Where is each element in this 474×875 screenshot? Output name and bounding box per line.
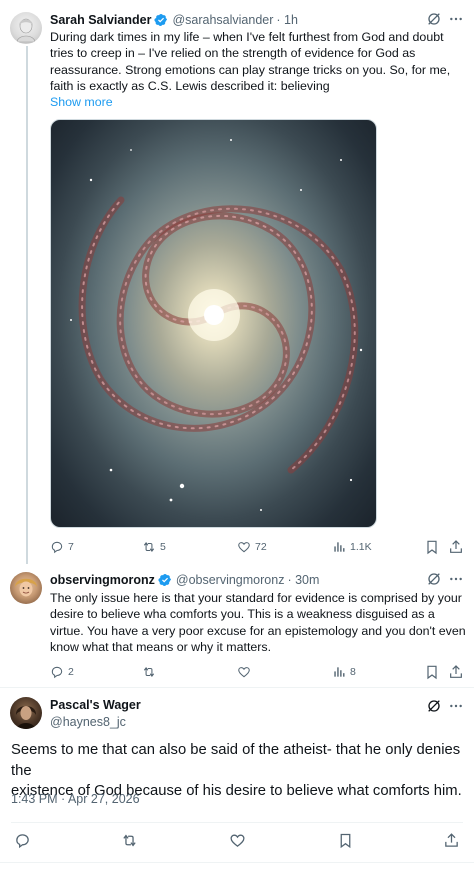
share-icon[interactable]	[448, 539, 464, 555]
repost-icon[interactable]	[121, 832, 138, 849]
repost-icon	[143, 542, 155, 552]
tweet2-text: The only issue here is that your standar…	[50, 590, 466, 655]
grok-icon[interactable]	[426, 11, 442, 27]
reply-icon	[51, 666, 63, 679]
avatar-pascals-wager[interactable]	[10, 697, 42, 729]
view-count: 1.1K	[350, 541, 372, 553]
verified-badge-icon	[158, 574, 171, 586]
like-icon	[238, 542, 250, 553]
galaxy-image[interactable]	[50, 119, 377, 528]
more-icon[interactable]	[448, 11, 464, 27]
like-button[interactable]	[237, 665, 255, 679]
tweet-line: reassurance. Strong emotions can play st…	[50, 62, 451, 77]
share-icon[interactable]	[448, 664, 464, 680]
like-button[interactable]: 72	[237, 540, 267, 554]
bookmark-icon[interactable]	[337, 832, 354, 849]
views-icon	[334, 542, 345, 552]
verified-badge-icon	[154, 14, 168, 26]
avatar-portrait-icon	[15, 578, 37, 597]
repost-button[interactable]	[142, 665, 160, 679]
avatar-portrait-icon	[16, 18, 36, 43]
views-button[interactable]: 8	[332, 665, 356, 679]
view-count: 8	[350, 666, 356, 678]
avatar-observingmoronz[interactable]	[10, 572, 42, 604]
reply-count: 2	[68, 666, 74, 678]
thread-line	[26, 46, 28, 564]
divider	[11, 822, 463, 823]
more-icon[interactable]	[448, 698, 464, 714]
avatar-portrait-icon	[15, 706, 37, 729]
tweet-line: Seems to me that can also be said of the…	[11, 742, 461, 779]
tweet1-text: During dark times in my life – when I've…	[50, 29, 466, 94]
grok-icon[interactable]	[426, 698, 442, 714]
main-author-name[interactable]: Pascal's Wager	[50, 698, 141, 712]
tweet2-header: observingmoronz @observingmoronz · 30m	[50, 571, 319, 589]
author-handle[interactable]: @sarahsalviander	[172, 13, 273, 27]
reply-icon	[51, 541, 63, 554]
author-handle[interactable]: @observingmoronz	[176, 573, 285, 587]
tweet-line: During dark times in my life – when I've…	[50, 30, 444, 44]
spiral-galaxy-icon	[70, 139, 363, 511]
post-time[interactable]: · 1h	[276, 13, 298, 27]
main-timestamp[interactable]: 1:43 PM · Apr 27, 2026	[11, 792, 140, 806]
tweet-line: The only issue here is that your standar…	[50, 591, 462, 605]
repost-icon	[143, 667, 155, 677]
main-author-handle[interactable]: @haynes8_jc	[50, 715, 126, 729]
repost-button[interactable]: 5	[142, 540, 166, 554]
views-icon	[334, 667, 345, 677]
bookmark-icon[interactable]	[424, 539, 440, 555]
tweet1-header: Sarah Salviander @sarahsalviander · 1h	[50, 11, 298, 29]
author-name[interactable]: Sarah Salviander	[50, 13, 151, 27]
more-icon[interactable]	[448, 571, 464, 587]
like-count: 72	[255, 541, 267, 553]
views-button[interactable]: 1.1K	[332, 540, 372, 554]
avatar-sarah[interactable]	[10, 12, 42, 44]
divider	[0, 862, 474, 863]
grok-icon[interactable]	[426, 571, 442, 587]
reply-count: 7	[68, 541, 74, 553]
post-time[interactable]: · 30m	[287, 573, 319, 587]
reply-button[interactable]: 7	[50, 540, 74, 554]
like-icon[interactable]	[229, 832, 246, 849]
tweet-line: desire to believe wha comforts you. This…	[50, 607, 435, 622]
tweet-line: tries to creep in – I've relied on the s…	[50, 46, 416, 61]
author-name[interactable]: observingmoronz	[50, 573, 155, 587]
tweet-line: faith is exactly as C.S. Lewis described…	[50, 78, 330, 93]
show-more-link[interactable]: Show more	[50, 95, 113, 109]
reply-icon[interactable]	[14, 832, 31, 849]
share-icon[interactable]	[443, 832, 460, 849]
bookmark-icon[interactable]	[424, 664, 440, 680]
repost-count: 5	[160, 541, 166, 553]
like-icon	[238, 667, 250, 678]
tweet-line: virtue. You have a very poor excuse for …	[50, 623, 466, 638]
tweet-line: know what that means or why it matters.	[50, 639, 272, 654]
divider	[0, 687, 474, 688]
reply-button[interactable]: 2	[50, 665, 74, 679]
